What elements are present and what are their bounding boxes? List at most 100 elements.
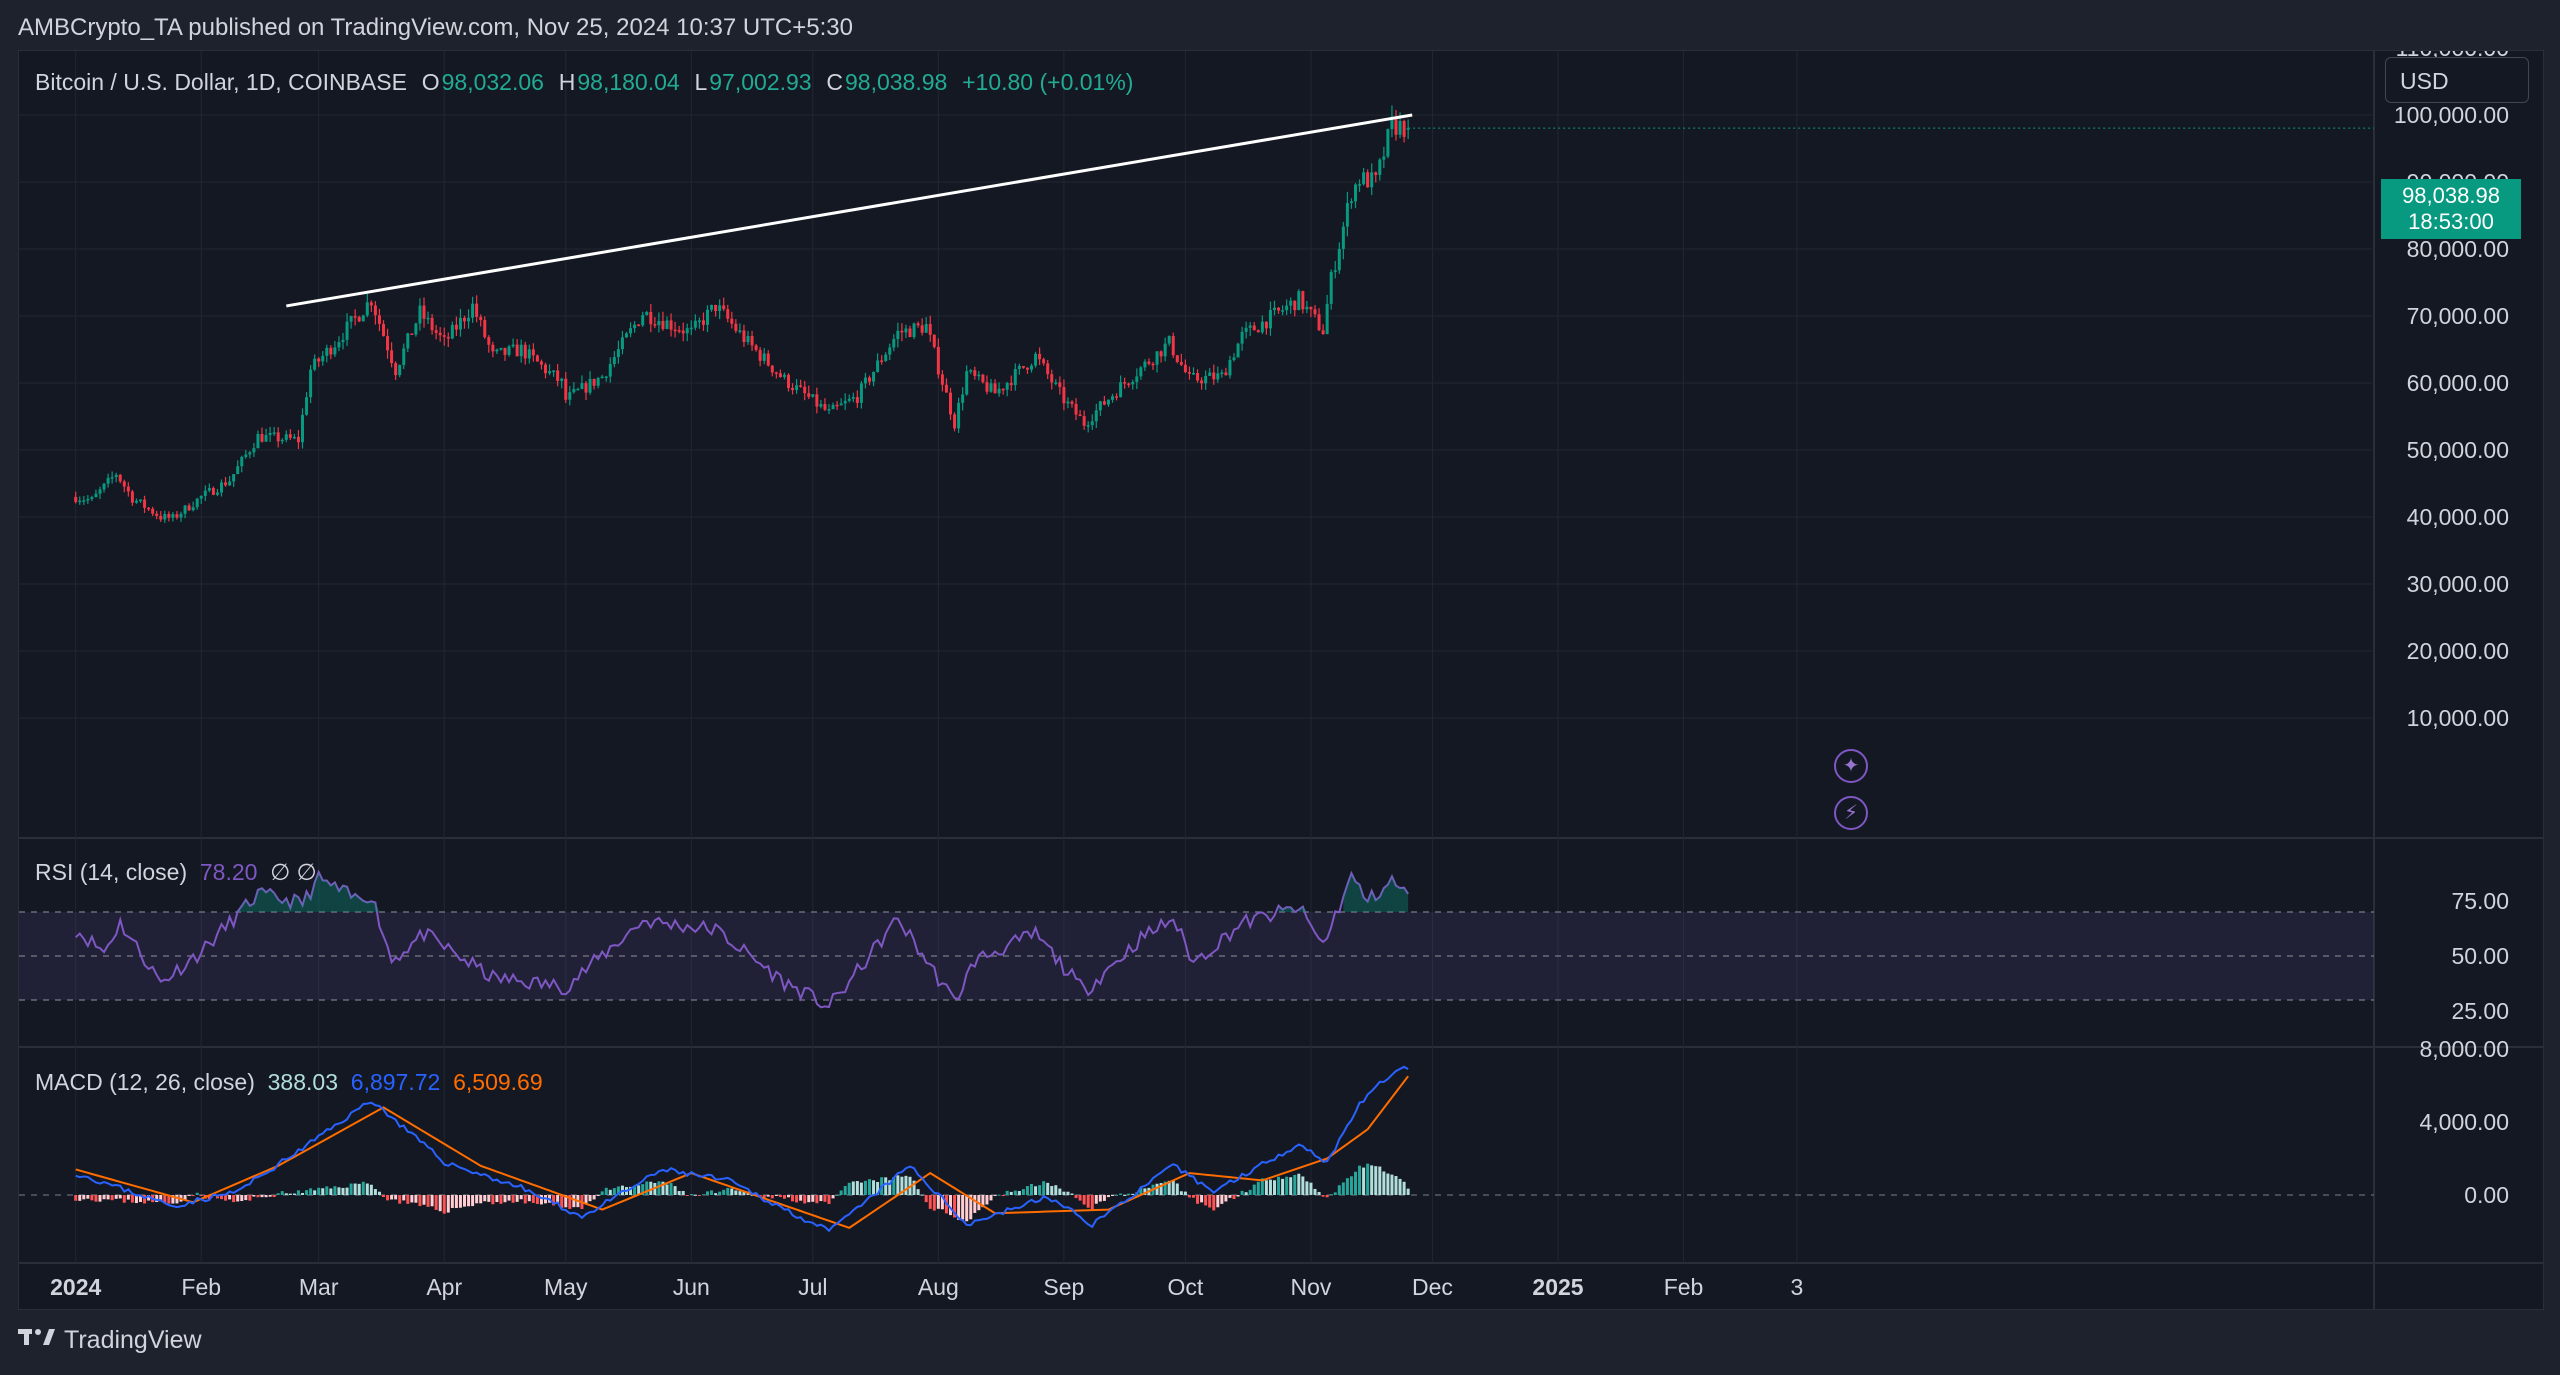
candles-group [74, 105, 1410, 523]
rsi-overbought-fill [1286, 907, 1291, 912]
candle-body [596, 378, 600, 386]
chart-frame[interactable]: 2024 Feb Mar Apr May Jun Jul Aug Sep Oct Nov Dec 202… [18, 50, 2544, 1310]
macd-line-value: 6,897.72 [350, 1069, 441, 1095]
macd-histogram-bar [766, 1195, 770, 1197]
candle-body [523, 344, 527, 359]
candle-body [438, 332, 442, 336]
macd-histogram-bar [82, 1195, 86, 1200]
macd-histogram-bar [827, 1195, 831, 1204]
candle-body [1370, 172, 1374, 188]
candle-body [560, 378, 564, 381]
macd-histogram-bar [835, 1194, 839, 1196]
candle-body [475, 303, 479, 317]
candle-body [1256, 330, 1260, 333]
macd-histogram-bar [479, 1195, 483, 1204]
macd-histogram-bar [98, 1195, 102, 1202]
candle-body [989, 383, 993, 392]
candle-body [276, 432, 280, 442]
candle-body [86, 498, 90, 501]
macd-histogram-bar [774, 1195, 778, 1196]
candle-body [333, 347, 337, 355]
candle-body [503, 347, 507, 355]
macd-histogram-bar [1034, 1186, 1038, 1195]
candle-body [531, 349, 535, 356]
price-tick-label: 10,000.00 [2407, 705, 2509, 731]
macd-histogram-bar [965, 1195, 969, 1222]
candle-body [495, 349, 499, 352]
macd-histogram-bar [191, 1195, 195, 1197]
candle-body [122, 481, 126, 487]
candle-body [665, 320, 669, 329]
candle-body [791, 388, 795, 390]
candle-body [313, 358, 317, 370]
candle-body [944, 384, 948, 393]
macd-tick-label: 4,000.00 [2419, 1109, 2509, 1135]
chart-canvas[interactable]: 2024 Feb Mar Apr May Jun Jul Aug Sep Oct Nov Dec 202… [19, 51, 2543, 1309]
macd-histogram-bar [1050, 1186, 1054, 1195]
macd-histogram-bar [1025, 1186, 1029, 1195]
symbol-title[interactable]: Bitcoin / U.S. Dollar, 1D, COINBASE [35, 69, 407, 95]
price-tick-label: 60,000.00 [2407, 370, 2509, 396]
rsi-overbought-fill [1400, 887, 1405, 912]
candle-body [827, 409, 831, 411]
macd-histogram-bar [961, 1195, 965, 1220]
macd-histogram-bar [1228, 1195, 1232, 1198]
candle-body [446, 336, 450, 339]
candle-body [673, 329, 677, 332]
macd-histogram-bar [657, 1181, 661, 1195]
macd-histogram-bar [296, 1190, 300, 1195]
macd-histogram-bar [1349, 1176, 1353, 1195]
candle-body [386, 336, 390, 351]
macd-histogram-bar [1131, 1193, 1135, 1195]
x-tick-label: Feb [181, 1274, 221, 1300]
candle-body [491, 344, 495, 352]
candle-body [309, 369, 313, 398]
candle-body [1208, 372, 1212, 376]
open-label: O [421, 69, 440, 95]
candle-body [1034, 353, 1038, 366]
macd-histogram-bar [1301, 1176, 1305, 1195]
candle-body [1281, 310, 1285, 312]
sparkle-icon[interactable]: ✦ [1834, 749, 1868, 783]
macd-histogram-bar [252, 1195, 256, 1197]
lightning-icon[interactable]: ⚡ [1834, 796, 1868, 830]
candle-body [1131, 381, 1135, 385]
candle-body [179, 513, 183, 518]
candle-body [1212, 372, 1216, 380]
macd-histogram-bar [228, 1195, 232, 1200]
candle-body [928, 324, 932, 335]
candle-body [349, 316, 353, 322]
trendline [286, 113, 1413, 308]
candle-body [1196, 373, 1200, 381]
candle-body [1378, 159, 1382, 175]
macd-histogram-bar [815, 1195, 819, 1204]
macd-histogram-bar [596, 1195, 600, 1196]
rsi-overbought-fill [257, 888, 262, 912]
rsi-label[interactable]: RSI (14, close) [35, 859, 187, 885]
rsi-overbought-fill [363, 900, 368, 912]
currency-button[interactable]: USD [2385, 57, 2529, 103]
rsi-extra: ∅ ∅ [270, 859, 317, 885]
candle-body [353, 316, 357, 318]
tradingview-brand[interactable]: TradingView [18, 1326, 202, 1355]
macd-histogram-bar [402, 1195, 406, 1201]
candle-body [317, 358, 321, 362]
macd-label[interactable]: MACD (12, 26, close) [35, 1069, 255, 1095]
candle-body [442, 335, 446, 337]
candle-body [82, 500, 86, 502]
candle-body [932, 334, 936, 347]
price-tick-label: 50,000.00 [2407, 437, 2509, 463]
candle-body [1345, 203, 1349, 227]
candle-body [629, 328, 633, 334]
macd-histogram-bar [782, 1195, 786, 1199]
candle-body [527, 349, 531, 359]
candle-body [1062, 387, 1066, 404]
candle-body [730, 318, 734, 324]
candle-body [835, 404, 839, 407]
macd-histogram-bar [1325, 1195, 1329, 1198]
macd-histogram-bar [787, 1195, 790, 1198]
macd-histogram-bar [390, 1195, 394, 1200]
rsi-overbought-fill [343, 885, 348, 912]
macd-histogram-bar [920, 1194, 924, 1196]
macd-histogram-bar [1297, 1173, 1301, 1195]
